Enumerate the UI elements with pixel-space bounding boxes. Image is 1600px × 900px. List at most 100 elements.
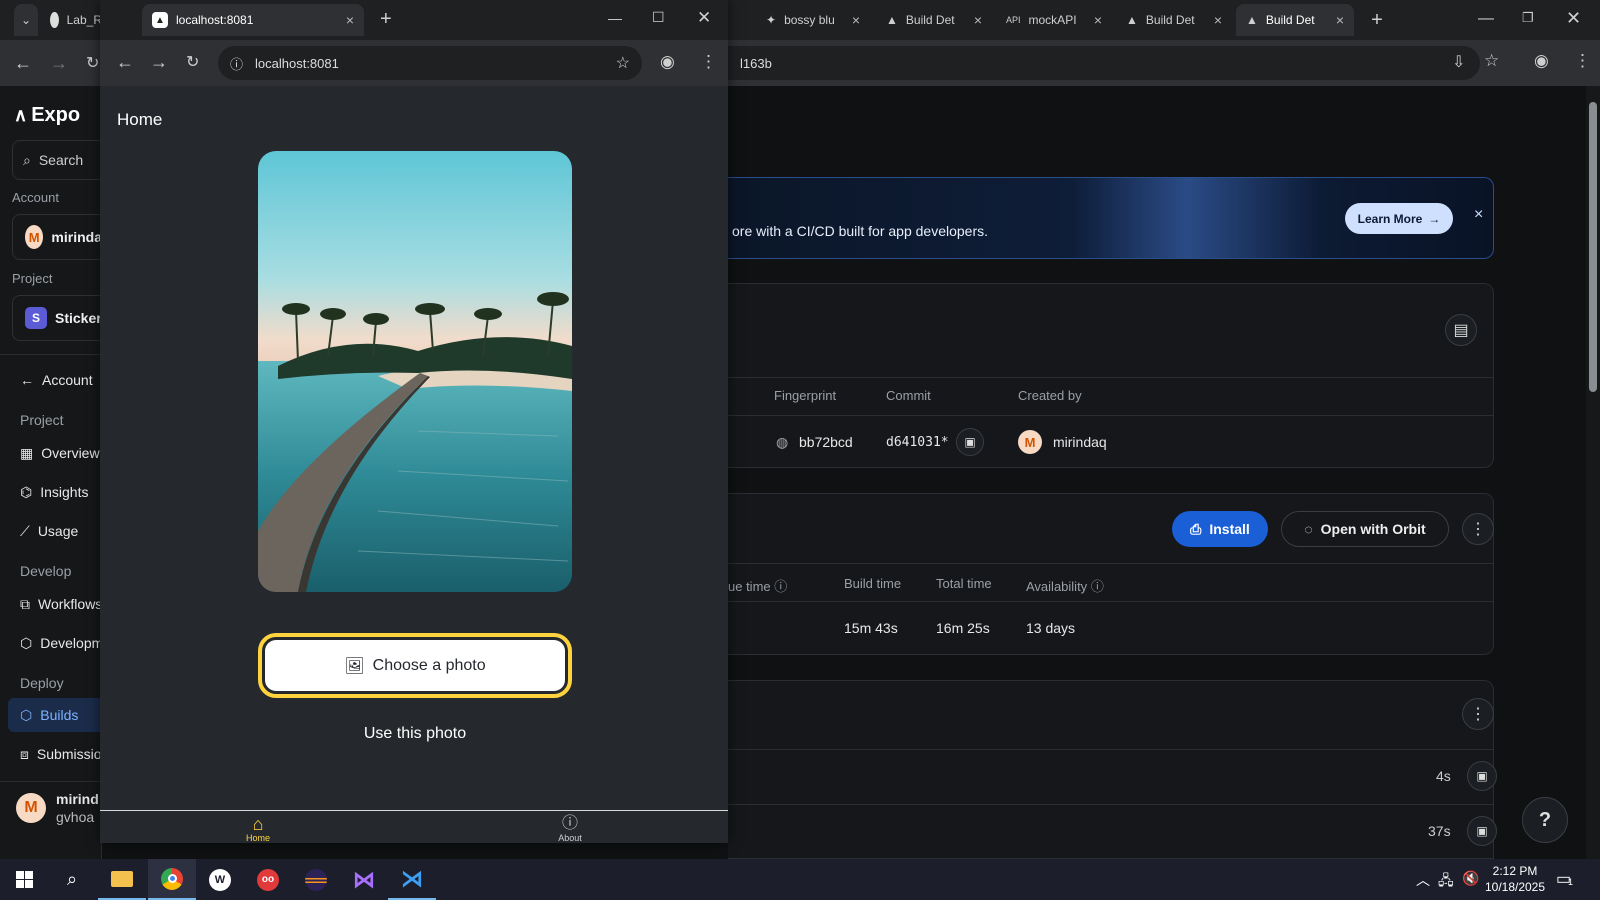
copy-log-button[interactable]: ▣ — [1467, 816, 1497, 846]
sidebar-item-insights[interactable]: ⌬ Insights — [8, 475, 102, 509]
back-icon[interactable]: ← — [116, 52, 134, 73]
new-tab-button[interactable]: + — [1362, 4, 1392, 36]
search-taskbar-button[interactable]: ⌕ — [48, 859, 96, 900]
install-button[interactable]: ⎙ Install — [1172, 511, 1268, 547]
logs-more-button[interactable]: ⋮ — [1462, 698, 1494, 730]
start-button[interactable] — [0, 859, 48, 900]
open-with-orbit-button[interactable]: ◌ Open with Orbit — [1281, 511, 1449, 547]
restore-icon[interactable]: ❐ — [1522, 10, 1534, 26]
choose-photo-button[interactable]: 🖼 Choose a photo — [265, 640, 565, 691]
banner-close-icon[interactable]: × — [1474, 206, 1483, 224]
help-button[interactable]: ? — [1522, 797, 1568, 843]
tab-localhost[interactable]: ▲ localhost:8081 × — [142, 4, 364, 36]
tray-chevron-up-icon[interactable]: ︿ — [1416, 870, 1430, 890]
notification-center-icon[interactable]: ▭ 1 — [1556, 869, 1573, 889]
workflow-icon: ⧉ — [20, 595, 30, 612]
divider — [728, 563, 1494, 564]
back-icon[interactable]: ← — [14, 53, 32, 74]
minimize-icon[interactable]: — — [608, 10, 622, 26]
project-section-label: Project — [12, 271, 53, 286]
section-project: Project — [20, 412, 64, 428]
install-app-icon[interactable]: ⇩ — [1452, 52, 1465, 72]
clipboard-icon: ▣ — [964, 435, 976, 449]
sidebar-item-overview[interactable]: ▦ Overview — [8, 436, 102, 470]
search-label: Search — [38, 152, 84, 168]
created-by-value[interactable]: mirindaq — [1053, 434, 1107, 450]
close-icon[interactable]: × — [1336, 12, 1344, 28]
profile-icon[interactable]: ◉ — [660, 52, 675, 72]
close-icon[interactable]: × — [346, 12, 354, 28]
volume-muted-icon[interactable]: 🔇 — [1462, 870, 1479, 887]
sidebar-item-submissions[interactable]: ⧈ Submissions — [8, 737, 102, 771]
tab-list-button[interactable]: ⌄ — [14, 4, 38, 36]
fingerprint-value[interactable]: bb72bcd — [799, 434, 853, 450]
forward-icon[interactable]: → — [150, 52, 168, 73]
tab-bossy[interactable]: ✦ bossy blu × — [756, 4, 870, 36]
api-icon: API — [1006, 15, 1021, 25]
menu-kebab-icon[interactable]: ⋮ — [1574, 51, 1591, 71]
reload-icon[interactable]: ↻ — [186, 52, 199, 72]
close-icon[interactable]: × — [974, 12, 982, 28]
sidebar-item-development[interactable]: ⬡ Development — [8, 626, 102, 660]
tab-label: Build Det — [1145, 13, 1195, 27]
close-icon[interactable]: × — [852, 12, 860, 28]
app-launcher-2[interactable]: oo — [244, 859, 292, 900]
forward-icon[interactable]: → — [50, 53, 68, 74]
file-explorer-app[interactable] — [98, 859, 146, 900]
bg-address-bar[interactable]: l163b — [700, 46, 1480, 80]
account-switcher[interactable]: M mirinda — [12, 214, 102, 260]
tab-build-details-active[interactable]: ▲ Build Det × — [1236, 4, 1354, 36]
sidebar-item-back-account[interactable]: ← Account — [8, 363, 102, 397]
cube-icon: ⬡ — [20, 634, 33, 651]
clock[interactable]: 2:12 PM 10/18/2025 — [1480, 863, 1550, 895]
vscode-app[interactable]: ⋊ — [388, 859, 436, 900]
bookmark-star-icon[interactable]: ☆ — [1484, 51, 1499, 71]
network-icon[interactable]: 🖧 — [1438, 870, 1454, 894]
arrow-left-icon: ← — [20, 372, 34, 388]
reload-icon[interactable]: ↻ — [86, 53, 99, 73]
copy-commit-button[interactable]: ▣ — [956, 428, 984, 456]
tab-about[interactable]: ⓘ About — [532, 815, 608, 843]
scrollbar-thumb[interactable] — [1589, 102, 1597, 392]
profile-icon[interactable]: ◉ — [1534, 51, 1549, 71]
header-total-time: Total time — [936, 576, 992, 591]
tab-home[interactable]: ⌂ Home — [220, 815, 296, 843]
close-icon[interactable]: × — [1094, 12, 1102, 28]
more-options-button[interactable]: ⋮ — [1462, 513, 1494, 545]
close-window-icon[interactable]: ✕ — [1566, 8, 1581, 29]
tab-build-details-1[interactable]: ▲ Build Det × — [876, 4, 992, 36]
account-section-label: Account — [12, 190, 59, 205]
minimize-icon[interactable]: — — [1478, 10, 1494, 28]
app-launcher-1[interactable]: W — [196, 859, 244, 900]
vscode-icon: ⋊ — [401, 865, 423, 891]
sidebar-item-usage[interactable]: ⟋ Usage — [8, 514, 102, 548]
close-icon[interactable]: × — [1214, 12, 1222, 28]
popup-address-bar[interactable]: ⓘ localhost:8081 ☆ — [218, 46, 642, 80]
footer-name: mirind — [56, 791, 99, 807]
maximize-icon[interactable]: ☐ — [652, 9, 665, 26]
sidebar-item-builds[interactable]: ⬡ Builds — [8, 698, 102, 732]
page-scrollbar[interactable] — [1586, 86, 1600, 859]
new-tab-plus-icon[interactable]: + — [380, 8, 392, 31]
bookmark-star-icon[interactable]: ☆ — [616, 53, 630, 73]
clipboard-icon: ▣ — [1476, 824, 1488, 838]
close-window-icon[interactable]: ✕ — [697, 8, 711, 28]
use-photo-button[interactable]: Use this photo — [258, 718, 572, 750]
toggle-panel-button[interactable]: ▤ — [1445, 314, 1477, 346]
tab-mockapi[interactable]: API mockAPI × — [996, 4, 1112, 36]
chrome-app[interactable] — [148, 859, 196, 900]
eclipse-app[interactable] — [292, 859, 340, 900]
address-text: localhost:8081 — [255, 55, 339, 71]
learn-more-button[interactable]: Learn More → — [1345, 203, 1453, 234]
visual-studio-app[interactable]: ⋈ — [340, 859, 388, 900]
copy-log-button[interactable]: ▣ — [1467, 761, 1497, 791]
tab-build-details-2[interactable]: ▲ Build Det × — [1116, 4, 1232, 36]
menu-kebab-icon[interactable]: ⋮ — [700, 52, 717, 72]
search-input[interactable]: ⌕ Search — [12, 140, 102, 180]
expo-logo[interactable]: ∧ Expo — [14, 104, 80, 127]
user-footer[interactable]: M mirind gvhoa — [16, 790, 99, 826]
commit-value[interactable]: d641031* — [886, 435, 949, 450]
info-icon: ⓘ — [774, 579, 788, 594]
project-switcher[interactable]: S Sticker — [12, 295, 102, 341]
sidebar-item-workflows[interactable]: ⧉ Workflows — [8, 587, 102, 621]
